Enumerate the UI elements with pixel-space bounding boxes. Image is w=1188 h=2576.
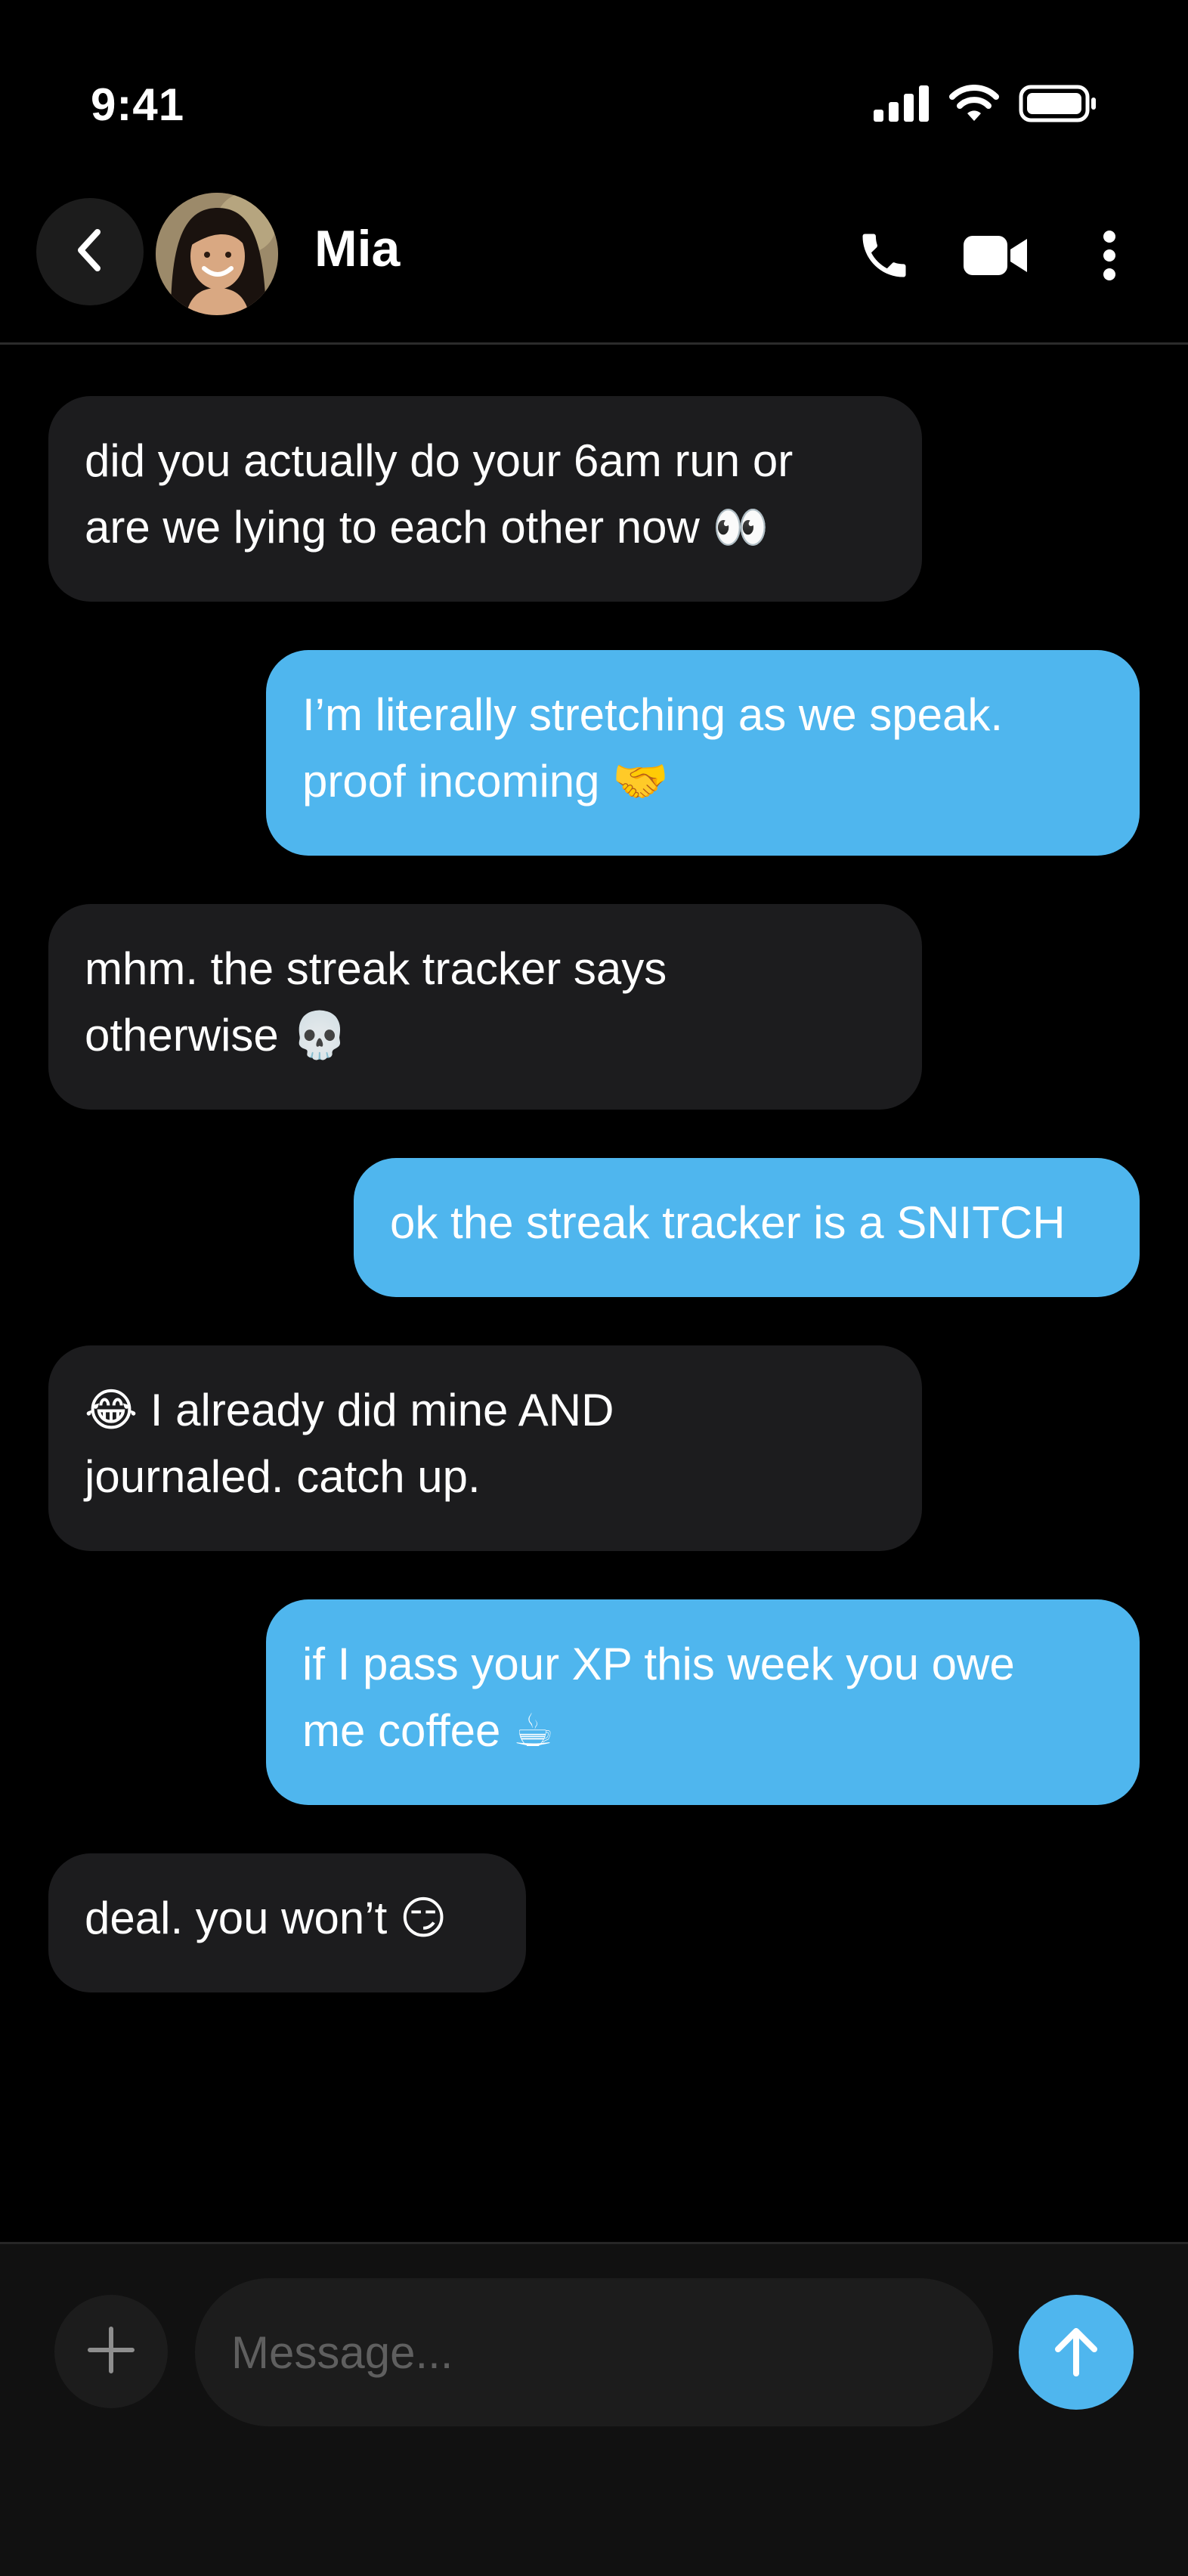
message-text-line: if I pass your XP this week you owe [302,1639,1015,1689]
message-text-line: mhm. the streak tracker says [85,943,667,994]
send-arrow-up-icon [1052,2325,1100,2380]
more-vertical-icon [1102,229,1117,286]
message-bubble-outgoing[interactable]: if I pass your XP this week you owe me c… [266,1599,1140,1805]
message-bubble-incoming[interactable]: did you actually do your 6am run or are … [48,396,922,602]
back-button[interactable] [36,198,144,305]
message-list[interactable]: did you actually do your 6am run or are … [0,345,1188,2242]
message-bubble-incoming[interactable]: 😂 I already did mine AND journaled. catc… [48,1345,922,1551]
phone-icon [855,227,913,288]
message-text-line: proof incoming 🤝 [302,756,669,807]
message-text-line: ok the streak tracker is a SNITCH [390,1197,1066,1248]
status-time: 9:41 [91,79,185,130]
send-button[interactable] [1019,2295,1134,2410]
chat-header: Mia [0,174,1188,345]
status-bar: 9:41 [0,0,1188,174]
contact-name[interactable]: Mia [314,219,400,278]
back-chevron-icon [75,228,105,277]
message-text-line: 😂 I already did mine AND [85,1385,614,1435]
message-text-line: are we lying to each other now 👀 [85,502,769,553]
message-text-line: otherwise 💀 [85,1010,348,1060]
message-bubble-outgoing[interactable]: I’m literally stretching as we speak. pr… [266,650,1140,856]
battery-icon [1019,85,1097,122]
message-bubble-outgoing[interactable]: ok the streak tracker is a SNITCH [354,1158,1140,1297]
message-bubble-incoming[interactable]: mhm. the streak tracker says otherwise 💀 [48,904,922,1110]
message-text-line: did you actually do your 6am run or [85,435,794,486]
message-composer [0,2242,1188,2576]
contact-avatar[interactable] [156,193,278,315]
status-icons [874,85,1097,122]
video-camera-icon [964,234,1029,280]
signal-icon [874,85,930,122]
add-attachment-button[interactable] [54,2295,168,2408]
video-call-button[interactable] [958,219,1034,295]
wifi-icon [949,85,999,122]
message-text-line: me coffee ☕ [302,1705,554,1756]
plus-icon [87,2326,135,2378]
message-text-line: I’m literally stretching as we speak. [302,689,1004,740]
more-options-button[interactable] [1072,219,1147,295]
call-button[interactable] [846,219,922,295]
message-text-line: deal. you won’t 😏 [85,1893,447,1943]
message-text-line: journaled. catch up. [85,1451,481,1502]
message-bubble-incoming[interactable]: deal. you won’t 😏 [48,1853,526,1992]
message-input[interactable] [195,2278,993,2426]
